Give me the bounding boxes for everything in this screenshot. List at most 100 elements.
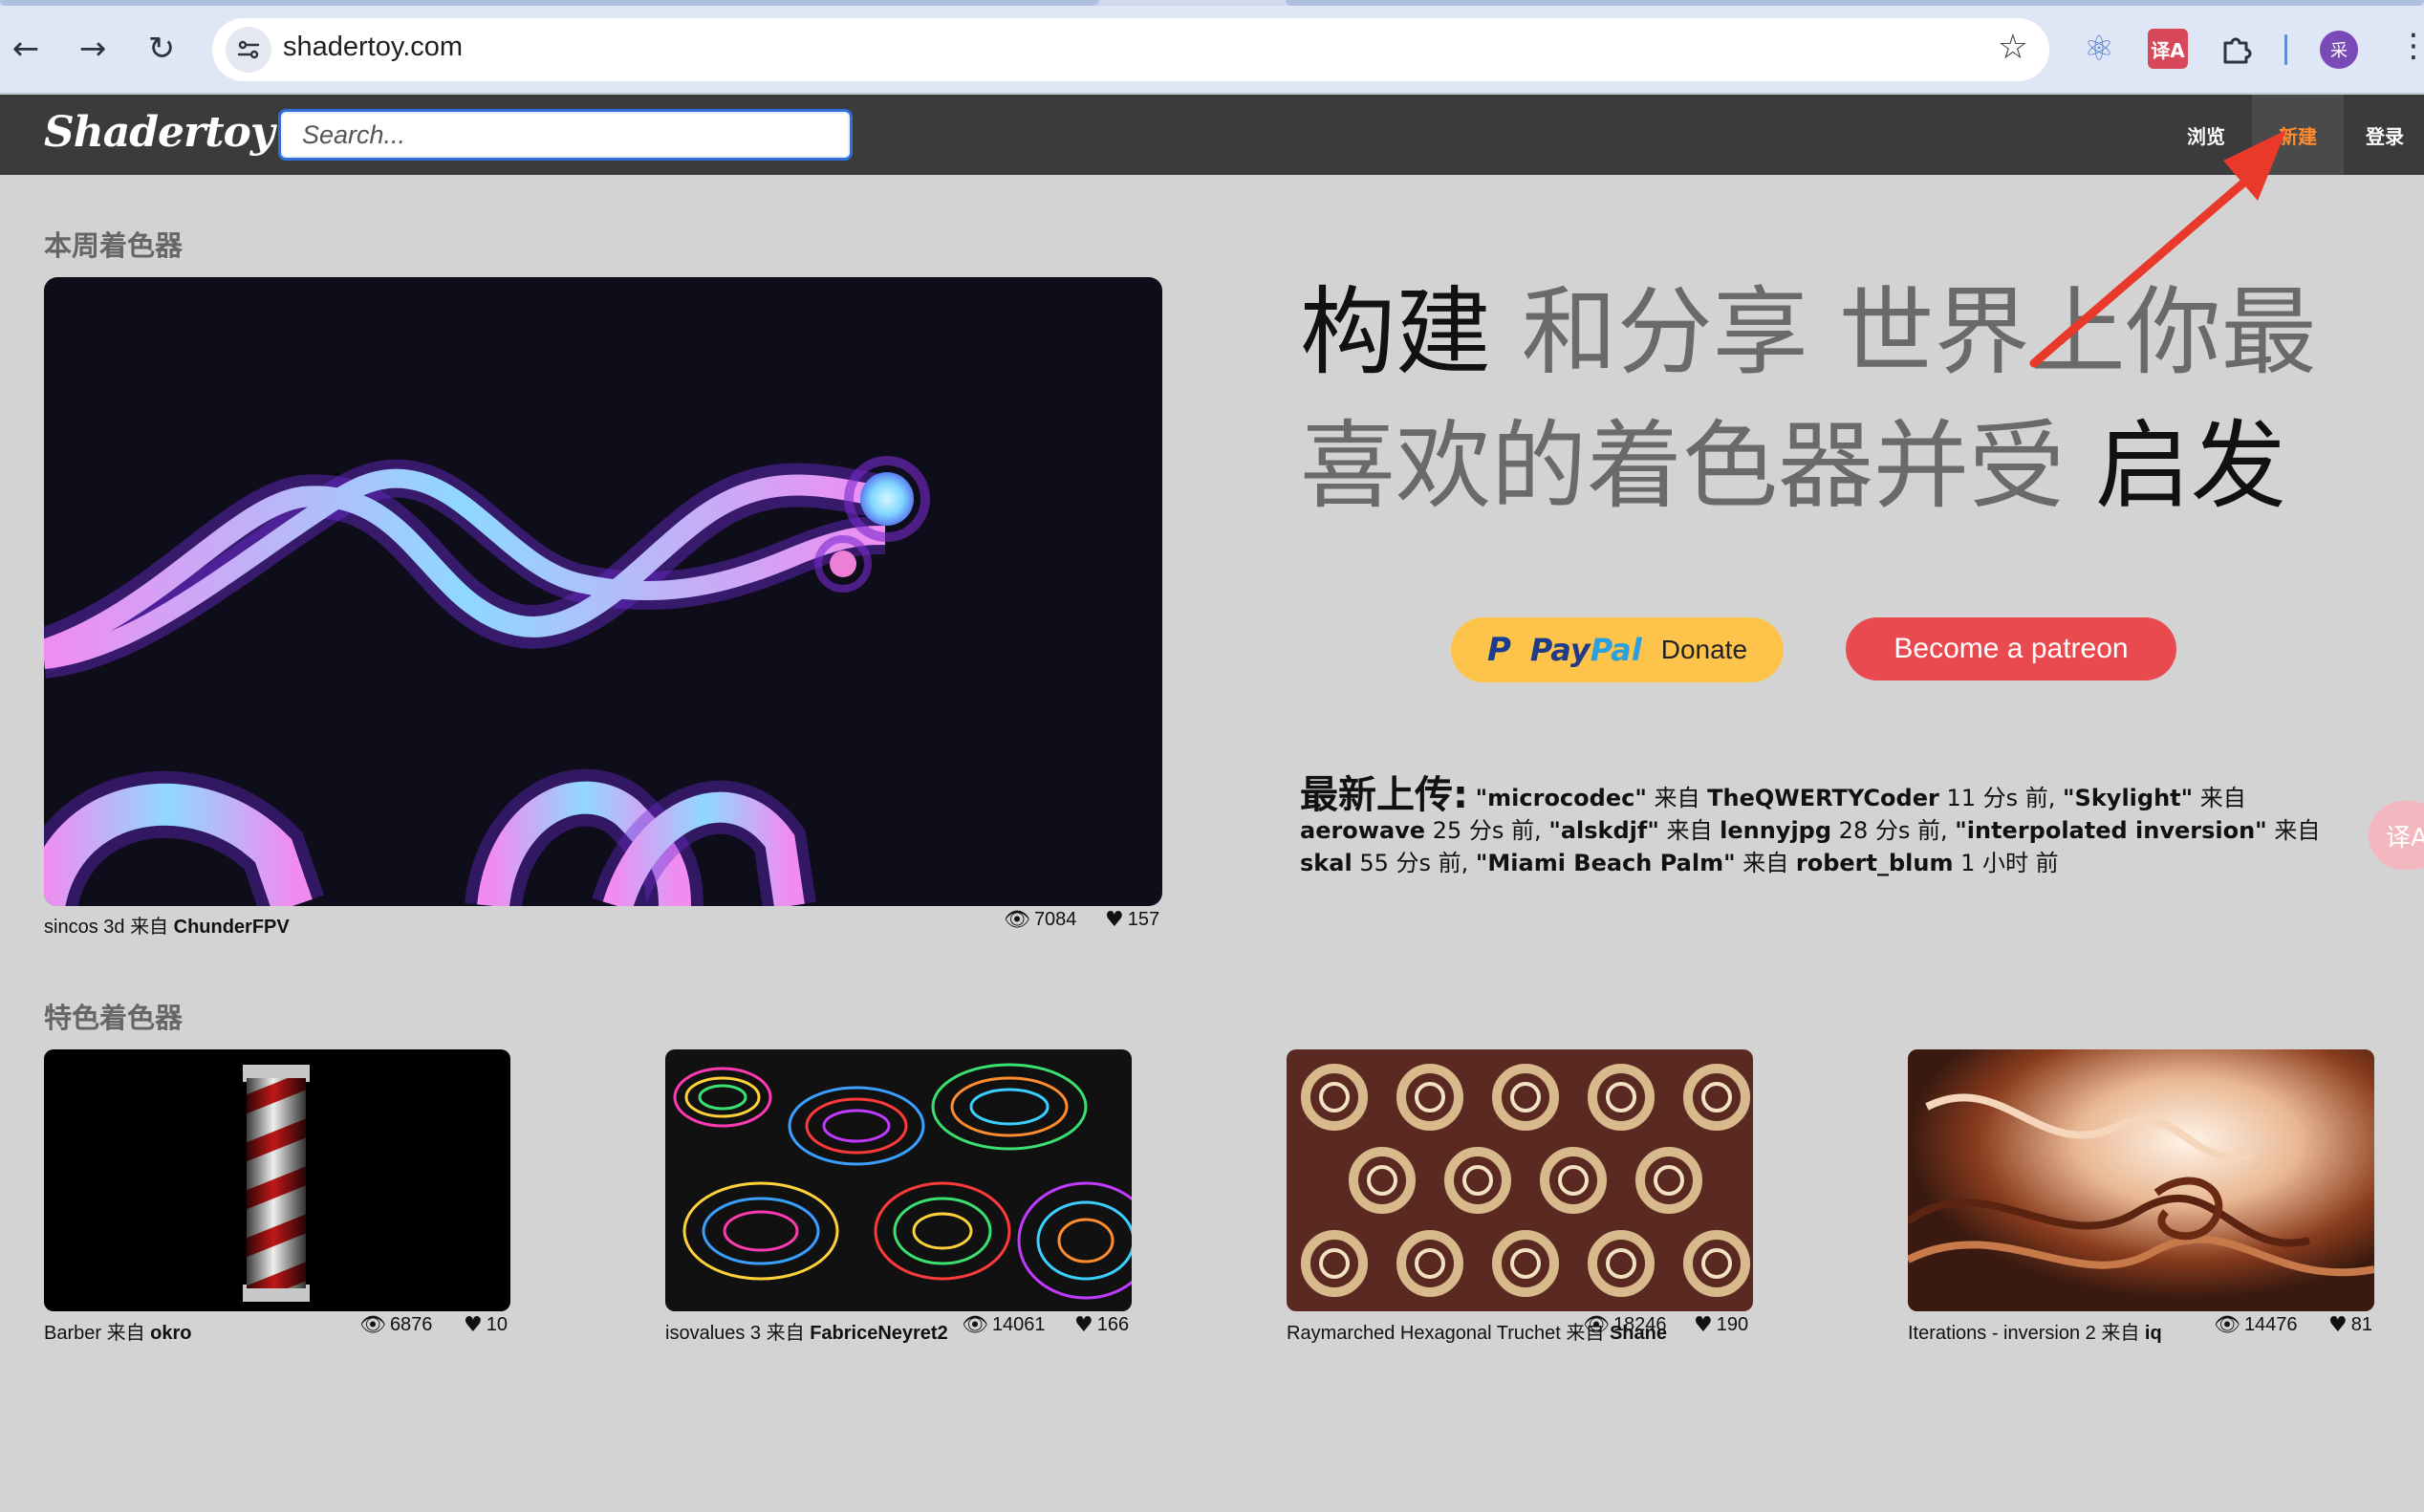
nav-browse[interactable]: 浏览 (2162, 95, 2250, 175)
featured-caption: isovalues 3 来自 FabriceNeyret2 (665, 1317, 948, 1345)
reload-icon[interactable]: ↻ (138, 25, 185, 73)
latest-item-author[interactable]: robert_blum (1796, 850, 1954, 876)
featured-from-label: 来自 (106, 1321, 145, 1344)
paypal-pal: Pal (1590, 632, 1642, 668)
paypal-pay: Pay (1529, 632, 1591, 668)
featured-views: 👁 6876 (359, 1313, 432, 1337)
featured-views: 👁 14476 (2214, 1313, 2298, 1337)
heart-icon: ♥ (1074, 1313, 1093, 1337)
featured-likes-count: 81 (2350, 1314, 2372, 1335)
isovalues-canvas (673, 1063, 1132, 1300)
nav-new[interactable]: 新建 (2252, 95, 2344, 175)
latest-item-author[interactable]: skal (1300, 850, 1353, 876)
hero-slogan: 构建 和分享 世界上你最喜欢的着色器并受 启发 (1300, 266, 2361, 533)
latest-item-from: 来自 (1654, 785, 1700, 811)
featured-shader-name[interactable]: Iterations - inversion 2 (1908, 1323, 2096, 1344)
featured-from-label: 来自 (766, 1321, 805, 1344)
featured-likes: ♥ 81 (2328, 1313, 2372, 1337)
forward-icon[interactable]: → (69, 25, 117, 73)
latest-item-name[interactable]: "Skylight" (2063, 785, 2193, 811)
featured-likes-count: 166 (1096, 1314, 1130, 1335)
weekly-shader-name[interactable]: sincos 3d (44, 917, 125, 938)
shadertoy-logo[interactable]: Shadertoy (44, 108, 274, 157)
slogan-part-1: 构建 (1300, 276, 1491, 388)
latest-item-time: 1 小时 前 (1960, 850, 2059, 876)
latest-item-from: 来自 (1666, 817, 1713, 844)
paypal-wordmark: PayPal (1530, 632, 1642, 668)
nav-login[interactable]: 登录 (2346, 95, 2424, 175)
latest-item-author[interactable]: aerowave (1300, 817, 1425, 844)
latest-uploads-label: 最新上传: (1300, 773, 1468, 817)
latest-item-name[interactable]: "alskdjf" (1548, 817, 1659, 844)
featured-likes: ♥ 190 (1694, 1313, 1748, 1337)
browser-toolbar: ← → ↻ shadertoy.com ☆ ⚛ 译A 采 ⋮ (0, 0, 2424, 94)
latest-item-from: 来自 (2274, 817, 2321, 844)
slogan-part-4: 启发 (2094, 410, 2286, 522)
translate-extension-icon[interactable]: 译A (2148, 29, 2188, 69)
site-settings-icon[interactable] (226, 27, 271, 73)
toolbar-divider (2284, 34, 2287, 65)
latest-uploads: 最新上传: "microcodec" 来自 TheQWERTYCoder 11 … (1300, 776, 2370, 879)
featured-caption: Barber 来自 okro (44, 1317, 192, 1345)
heart-icon: ♥ (1105, 908, 1124, 932)
weekly-author[interactable]: ChunderFPV (174, 917, 290, 938)
featured-thumb-truchet[interactable] (1287, 1049, 1753, 1311)
featured-from-label: 来自 (2101, 1321, 2140, 1344)
latest-item-author[interactable]: lennyjpg (1720, 817, 1831, 844)
eye-icon: 👁 (2214, 1313, 2240, 1337)
search-input[interactable] (278, 109, 853, 161)
latest-item-name[interactable]: "interpolated inversion" (1955, 817, 2266, 844)
featured-likes-count: 190 (1716, 1314, 1749, 1335)
weekly-caption: sincos 3d 来自 ChunderFPV (44, 911, 290, 939)
back-icon[interactable]: ← (2, 25, 50, 73)
heart-icon: ♥ (464, 1313, 483, 1337)
browser-menu-icon[interactable]: ⋮ (2397, 27, 2424, 65)
profile-avatar[interactable]: 采 (2320, 31, 2358, 69)
latest-item-name[interactable]: "microcodec" (1476, 785, 1647, 811)
weekly-shader-preview[interactable] (44, 277, 1162, 906)
address-bar[interactable]: shadertoy.com ☆ (212, 18, 2049, 81)
paypal-logo-icon: P (1486, 631, 1511, 669)
paypal-donate-label: Donate (1660, 635, 1748, 664)
truchet-canvas (1301, 1064, 1750, 1297)
weekly-shader-canvas (44, 456, 930, 906)
tab-edge[interactable] (1286, 0, 2424, 6)
eye-icon: 👁 (359, 1313, 386, 1337)
latest-item-from: 来自 (2199, 785, 2246, 811)
react-devtools-icon[interactable]: ⚛ (2079, 29, 2119, 69)
featured-shader-name[interactable]: Barber (44, 1323, 101, 1344)
barber-pole-canvas (243, 1065, 310, 1302)
paypal-donate-button[interactable]: P PayPal Donate (1451, 617, 1784, 682)
featured-views: 👁 14061 (962, 1313, 1046, 1337)
tab-edge[interactable] (0, 0, 1099, 6)
featured-author[interactable]: okro (150, 1323, 191, 1344)
featured-views-count: 14061 (991, 1314, 1046, 1335)
latest-item-author[interactable]: TheQWERTYCoder (1707, 785, 1939, 811)
featured-views-count: 18246 (1612, 1314, 1667, 1335)
heart-icon: ♥ (2328, 1313, 2348, 1337)
featured-shader-name[interactable]: isovalues 3 (665, 1323, 761, 1344)
extensions-puzzle-icon[interactable] (2217, 29, 2257, 69)
site-header: Shadertoy 浏览 新建 登录 (0, 95, 2424, 175)
latest-item-time: 55 分s 前, (1359, 850, 1469, 876)
patreon-button[interactable]: Become a patreon (1846, 617, 2176, 680)
featured-likes: ♥ 166 (1074, 1313, 1129, 1337)
latest-item-name[interactable]: "Miami Beach Palm" (1476, 850, 1736, 876)
tab-strip (0, 0, 2424, 6)
featured-views-count: 6876 (389, 1314, 433, 1335)
latest-item-time: 28 分s 前, (1838, 817, 1948, 844)
featured-thumb-barber[interactable] (44, 1049, 510, 1311)
floating-translate-icon[interactable]: 译A (2369, 801, 2424, 870)
eye-icon: 👁 (1004, 908, 1030, 932)
featured-thumb-iterations[interactable] (1908, 1049, 2374, 1311)
featured-shader-name[interactable]: Raymarched Hexagonal Truchet (1287, 1323, 1561, 1344)
featured-author[interactable]: iq (2145, 1323, 2162, 1344)
slogan-part-2: 和分享 (1521, 276, 1808, 388)
weekly-from-label: 来自 (130, 915, 169, 938)
url-text[interactable]: shadertoy.com (283, 32, 463, 63)
weekly-views: 👁 7084 (1004, 908, 1076, 932)
featured-thumb-isovalues[interactable] (665, 1049, 1132, 1311)
iterations-canvas (1908, 1049, 2374, 1311)
bookmark-star-icon[interactable]: ☆ (1998, 28, 2028, 67)
featured-author[interactable]: FabriceNeyret2 (810, 1323, 948, 1344)
